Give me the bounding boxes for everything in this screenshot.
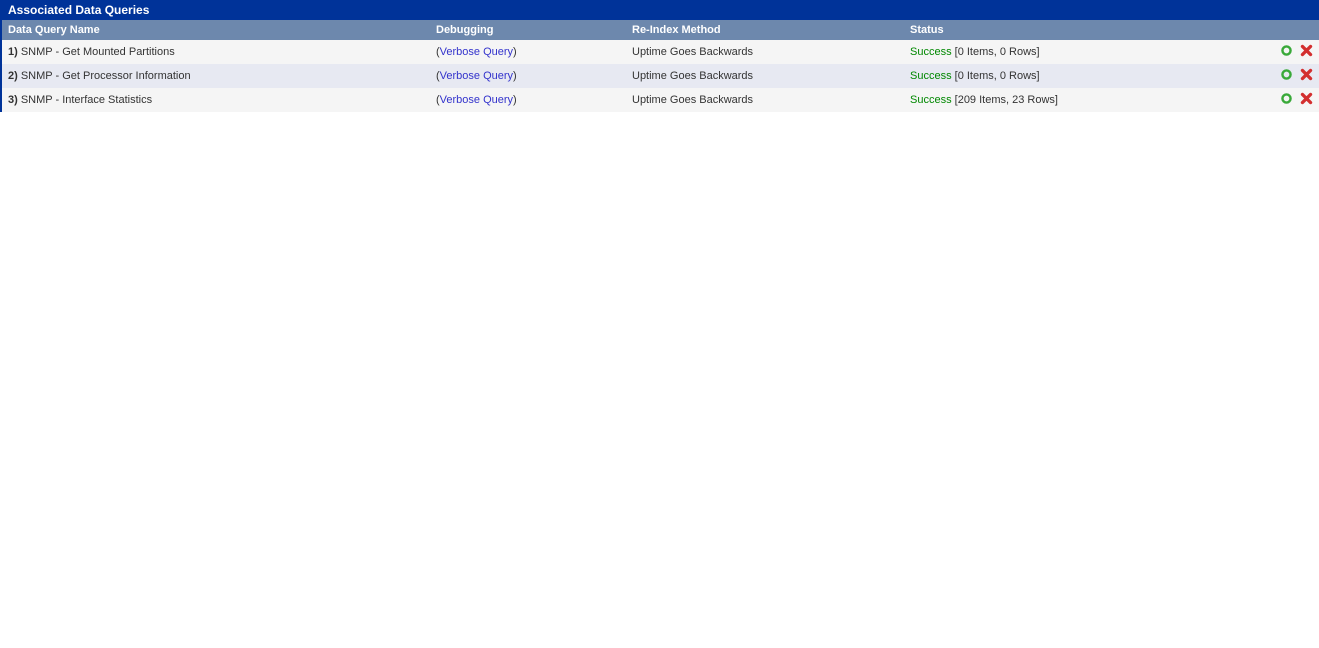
paren-close: ) (513, 94, 517, 106)
status-word: Success (910, 46, 952, 58)
status-word: Success (910, 70, 952, 82)
query-name: SNMP - Interface Statistics (21, 94, 152, 106)
col-header-name: Data Query Name (2, 20, 430, 40)
reload-icon[interactable] (1280, 92, 1293, 108)
reindex-method: Uptime Goes Backwards (626, 88, 904, 112)
reload-icon[interactable] (1280, 68, 1293, 84)
verbose-query-link[interactable]: Verbose Query (440, 46, 513, 58)
data-queries-table: Data Query Name Debugging Re-Index Metho… (2, 20, 1319, 112)
table-header-row: Data Query Name Debugging Re-Index Metho… (2, 20, 1319, 40)
row-number: 3) (8, 94, 18, 106)
table-row: 3) SNMP - Interface Statistics (Verbose … (2, 88, 1319, 112)
table-row: 1) SNMP - Get Mounted Partitions (Verbos… (2, 40, 1319, 64)
query-name: SNMP - Get Mounted Partitions (21, 46, 175, 58)
col-header-debugging: Debugging (430, 20, 626, 40)
reindex-method: Uptime Goes Backwards (626, 64, 904, 88)
query-name: SNMP - Get Processor Information (21, 70, 191, 82)
status-detail: [209 Items, 23 Rows] (955, 94, 1058, 106)
verbose-query-link[interactable]: Verbose Query (440, 94, 513, 106)
row-number: 2) (8, 70, 18, 82)
delete-icon[interactable] (1300, 92, 1313, 108)
delete-icon[interactable] (1300, 68, 1313, 84)
delete-icon[interactable] (1300, 44, 1313, 60)
panel-title: Associated Data Queries (2, 0, 1319, 20)
row-number: 1) (8, 46, 18, 58)
status-word: Success (910, 94, 952, 106)
paren-close: ) (513, 70, 517, 82)
associated-data-queries-panel: Associated Data Queries Data Query Name … (0, 0, 1319, 112)
reindex-method: Uptime Goes Backwards (626, 40, 904, 64)
status-detail: [0 Items, 0 Rows] (955, 70, 1040, 82)
reload-icon[interactable] (1280, 44, 1293, 60)
verbose-query-link[interactable]: Verbose Query (440, 70, 513, 82)
col-header-actions (1271, 20, 1319, 40)
paren-close: ) (513, 46, 517, 58)
col-header-reindex: Re-Index Method (626, 20, 904, 40)
col-header-status: Status (904, 20, 1271, 40)
table-row: 2) SNMP - Get Processor Information (Ver… (2, 64, 1319, 88)
status-detail: [0 Items, 0 Rows] (955, 46, 1040, 58)
